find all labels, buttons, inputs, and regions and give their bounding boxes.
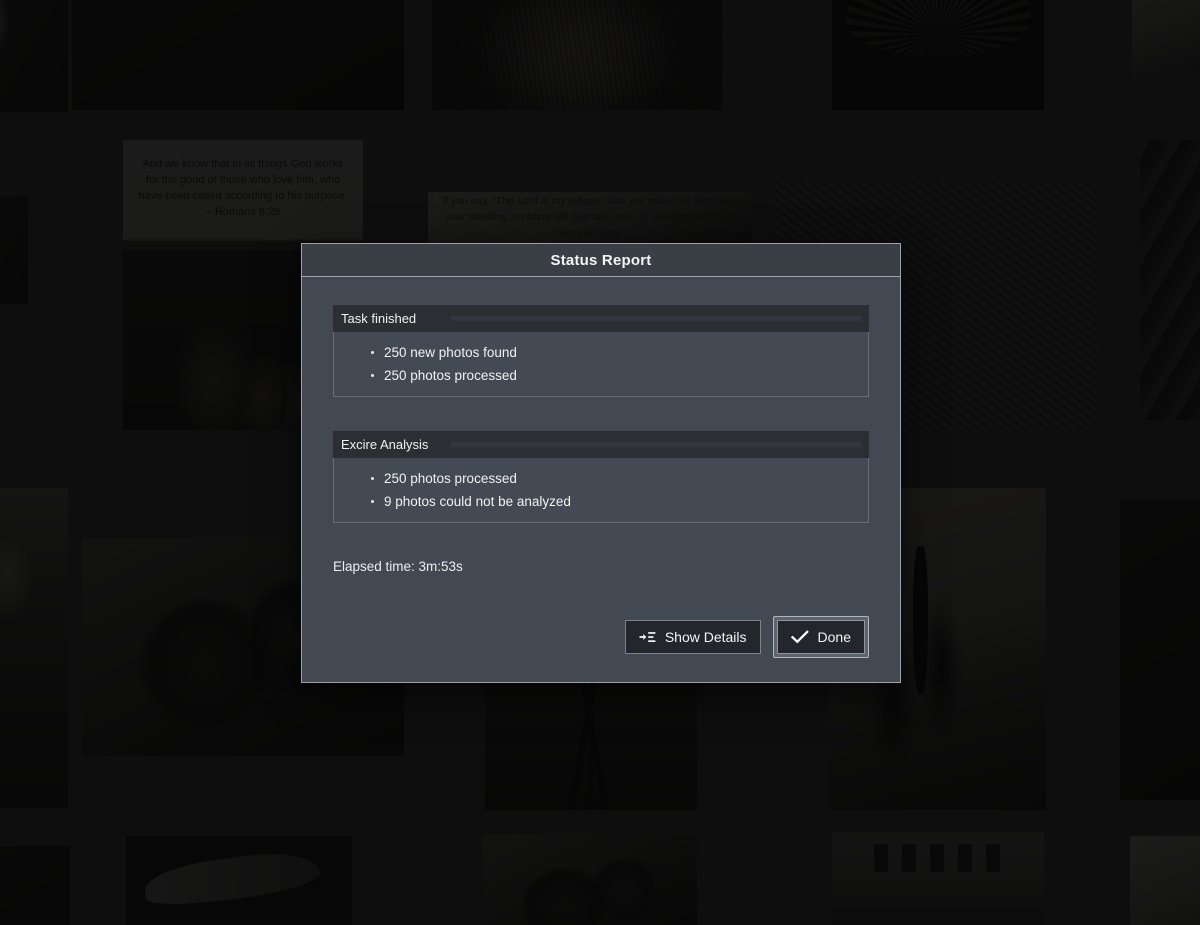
dialog-titlebar: Status Report	[302, 244, 900, 277]
list-item: 250 new photos found	[371, 341, 868, 364]
gallery-thumbnail[interactable]	[0, 0, 68, 112]
show-details-button[interactable]: Show Details	[624, 620, 761, 654]
status-report-dialog: Status Report Task finished 250 new phot…	[301, 243, 901, 683]
done-button-focus-ring: Done	[772, 616, 869, 658]
section-header-label: Task finished	[341, 311, 417, 326]
gallery-thumbnail[interactable]	[832, 0, 1044, 110]
list-item: 250 photos processed	[371, 364, 868, 387]
progress-bar	[451, 442, 861, 447]
gallery-thumbnail[interactable]	[0, 846, 70, 925]
dialog-title: Status Report	[550, 251, 652, 269]
section-task-finished: Task finished 250 new photos found 250 p…	[333, 305, 869, 397]
progress-bar	[451, 316, 861, 321]
gallery-thumbnail[interactable]	[0, 196, 28, 304]
gallery-thumbnail[interactable]	[0, 488, 68, 808]
checkmark-icon	[790, 630, 809, 644]
done-label: Done	[817, 629, 851, 645]
dialog-body: Task finished 250 new photos found 250 p…	[302, 277, 900, 682]
section-item-list: 250 new photos found 250 photos processe…	[333, 332, 869, 397]
gallery-thumbnail[interactable]	[126, 836, 352, 925]
section-header: Excire Analysis	[333, 431, 869, 458]
gallery-thumbnail[interactable]	[1140, 140, 1200, 420]
list-item: 9 photos could not be analyzed	[371, 490, 868, 513]
arrow-into-list-icon	[639, 630, 656, 644]
gallery-thumbnail[interactable]	[72, 0, 404, 110]
section-header: Task finished	[333, 305, 869, 332]
gallery-thumbnail[interactable]	[832, 832, 1044, 925]
done-button[interactable]: Done	[776, 620, 865, 654]
gallery-thumbnail[interactable]	[432, 0, 722, 110]
list-item: 250 photos processed	[371, 467, 868, 490]
section-excire-analysis: Excire Analysis 250 photos processed 9 p…	[333, 431, 869, 523]
elapsed-time-label: Elapsed time: 3m:53s	[333, 559, 463, 574]
gallery-thumbnail[interactable]	[1130, 836, 1200, 925]
gallery-thumbnail[interactable]	[483, 834, 697, 925]
show-details-label: Show Details	[664, 629, 747, 645]
gallery-thumbnail[interactable]	[1132, 0, 1200, 74]
gallery-thumbnail[interactable]	[1120, 500, 1200, 800]
section-item-list: 250 photos processed 9 photos could not …	[333, 458, 869, 523]
dialog-footer: Show Details Done	[624, 616, 869, 658]
section-header-label: Excire Analysis	[341, 437, 429, 452]
tile-quote-text: And we know that in all things God works…	[138, 158, 348, 219]
